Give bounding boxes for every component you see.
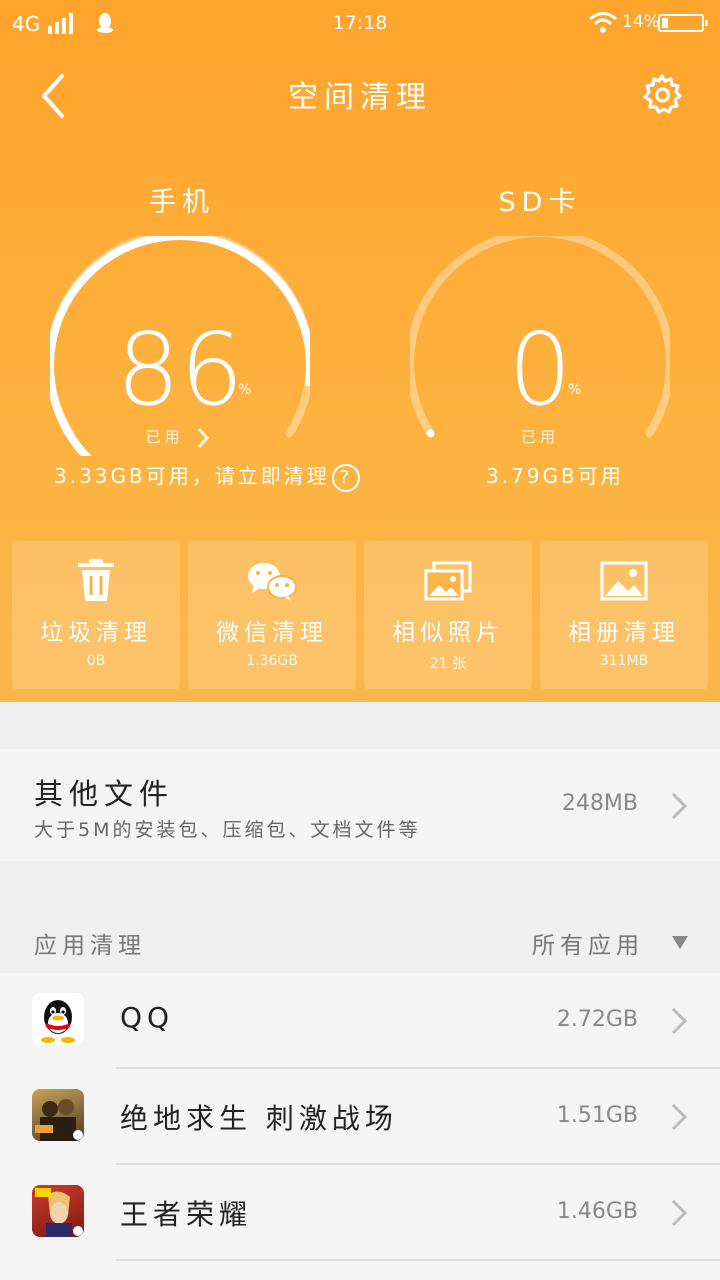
dropdown-arrow-icon[interactable] xyxy=(672,936,688,949)
sd-used-percent: 0 xyxy=(508,311,572,428)
battery-icon xyxy=(658,14,708,32)
other-files-subtitle: 大于5M的安装包、压缩包、文档文件等 xyxy=(34,819,421,841)
tile-junk-clean-label: 垃圾清理 xyxy=(40,620,152,646)
phone-used-label[interactable]: 已用 xyxy=(48,426,308,449)
header: 4G 17:18 14% 空间清理 手机 86 % 已用 3.33GB可用，请立… xyxy=(0,0,720,702)
other-files-size: 248MB xyxy=(561,791,638,816)
phone-used-percent: 86 xyxy=(116,311,244,428)
tile-junk-clean-value: 0B xyxy=(86,653,106,669)
battery-percent: 14% xyxy=(622,12,660,32)
page-title: 空间清理 xyxy=(288,80,432,115)
app-clean-title: 应用清理 xyxy=(34,933,146,959)
tile-junk-clean[interactable]: 垃圾清理 0B xyxy=(12,541,180,689)
app-row-honor-of-kings[interactable]: 王者荣耀 1.46GB xyxy=(0,1165,720,1280)
tile-similar-photos-value: 21 张 xyxy=(429,656,467,672)
phone-used-text: 已用 xyxy=(145,428,184,446)
wifi-icon xyxy=(588,10,618,40)
app-size: 2.72GB xyxy=(556,1007,638,1032)
sd-percent-unit: % xyxy=(568,382,582,398)
sd-gauge-label: SD卡 xyxy=(498,187,582,218)
phone-percent-unit: % xyxy=(238,382,252,398)
chevron-right-icon xyxy=(671,1103,688,1131)
app-name: QQ xyxy=(120,1001,175,1034)
app-size: 1.46GB xyxy=(556,1199,638,1224)
app-row-qq[interactable]: QQ 2.72GB xyxy=(0,973,720,1069)
chevron-right-icon xyxy=(198,427,210,448)
battery-fill xyxy=(662,18,668,28)
sd-available-text: 3.79GB可用 xyxy=(486,464,624,488)
chevron-right-icon xyxy=(671,1007,688,1035)
tile-similar-photos-label: 相似照片 xyxy=(392,620,504,646)
wechat-icon xyxy=(248,563,297,601)
qq-icon xyxy=(32,993,84,1045)
phone-gauge-label: 手机 xyxy=(149,187,215,218)
album-icon xyxy=(600,561,648,601)
other-files-row[interactable]: 其他文件 大于5M的安装包、压缩包、文档文件等 248MB xyxy=(0,749,720,861)
settings-button[interactable] xyxy=(638,70,686,118)
app-filter-select[interactable]: 所有应用 xyxy=(532,926,644,960)
app-name: 王者荣耀 xyxy=(120,1198,253,1231)
similar-photos-icon xyxy=(424,561,472,601)
app-size: 1.51GB xyxy=(556,1103,638,1128)
phone-available-label: 3.33GB可用，请立即清理 xyxy=(54,464,330,488)
app-clean-section-header: 应用清理 所有应用 xyxy=(0,910,720,972)
tile-wechat-clean-label: 微信清理 xyxy=(216,620,328,646)
pubg-icon xyxy=(32,1089,84,1141)
sd-used-label: 已用 xyxy=(520,428,559,446)
phone-available-text: 3.33GB可用，请立即清理? xyxy=(54,460,360,492)
row-divider xyxy=(116,1259,720,1261)
gear-icon xyxy=(643,74,682,114)
status-bar: 4G 17:18 14% xyxy=(0,0,720,48)
trash-icon xyxy=(78,559,114,601)
tile-album-clean-label: 相册清理 xyxy=(568,620,680,646)
app-row-pubg[interactable]: 绝地求生 刺激战场 1.51GB xyxy=(0,1069,720,1165)
chevron-right-icon xyxy=(671,1199,688,1227)
app-name: 绝地求生 刺激战场 xyxy=(120,1102,398,1135)
honor-of-kings-icon xyxy=(32,1185,84,1237)
tile-album-clean-value: 311MB xyxy=(599,653,649,669)
tile-similar-photos[interactable]: 相似照片 21 张 xyxy=(364,541,532,689)
other-files-title: 其他文件 xyxy=(34,777,175,811)
tile-wechat-clean-value: 1.36GB xyxy=(246,653,298,669)
help-icon[interactable]: ? xyxy=(331,463,360,492)
tile-wechat-clean[interactable]: 微信清理 1.36GB xyxy=(188,541,356,689)
tile-album-clean[interactable]: 相册清理 311MB xyxy=(540,541,708,689)
chevron-right-icon xyxy=(671,792,688,820)
